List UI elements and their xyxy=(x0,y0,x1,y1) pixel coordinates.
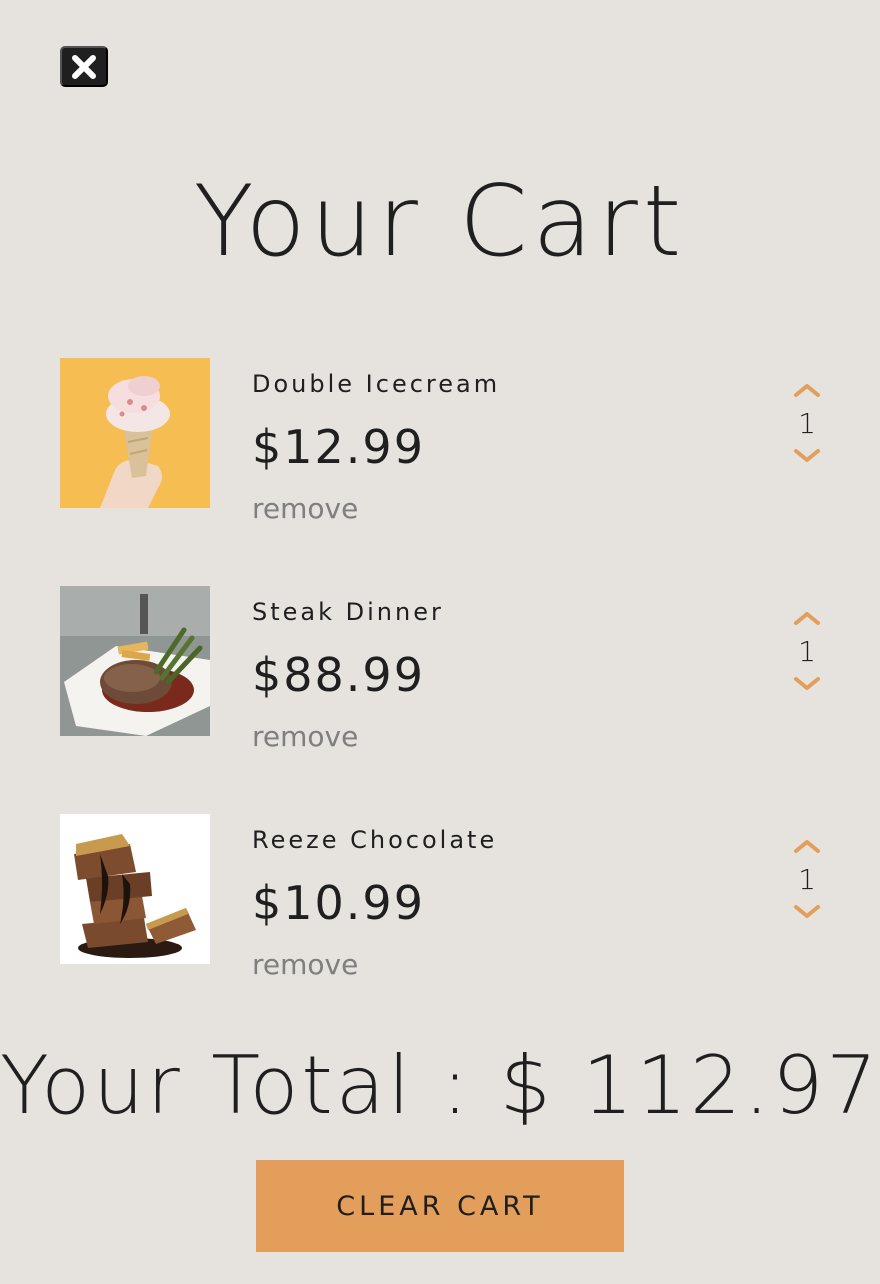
steak-image xyxy=(60,586,210,736)
decrease-button[interactable] xyxy=(785,442,829,470)
chevron-down-icon xyxy=(794,449,820,462)
cart-total: Your Total : $ 112.97 xyxy=(0,1039,880,1132)
close-button[interactable] xyxy=(60,46,108,87)
cart-item: Reeze Chocolate $10.99 remove 1 xyxy=(60,814,840,1042)
increase-button[interactable] xyxy=(785,832,829,860)
remove-button[interactable]: remove xyxy=(252,720,358,753)
chevron-up-icon xyxy=(794,612,820,625)
decrease-button[interactable] xyxy=(785,898,829,926)
increase-button[interactable] xyxy=(785,376,829,404)
item-price: $10.99 xyxy=(252,876,425,930)
chevron-down-icon xyxy=(794,677,820,690)
remove-button[interactable]: remove xyxy=(252,492,358,525)
quantity-value: 1 xyxy=(798,635,816,668)
item-name: Reeze Chocolate xyxy=(252,826,498,854)
cart-list: Double Icecream $12.99 remove 1 Steak Di… xyxy=(60,358,840,1042)
quantity-value: 1 xyxy=(798,407,816,440)
chevron-up-icon xyxy=(794,384,820,397)
close-icon xyxy=(72,54,96,79)
chevron-up-icon xyxy=(794,840,820,853)
icecream-image xyxy=(60,358,210,508)
cart-item: Steak Dinner $88.99 remove 1 xyxy=(60,586,840,814)
quantity-stepper: 1 xyxy=(785,604,829,698)
chocolate-image xyxy=(60,814,210,964)
quantity-stepper: 1 xyxy=(785,832,829,926)
chevron-down-icon xyxy=(794,905,820,918)
page-title: Your Cart xyxy=(193,165,687,279)
item-name: Double Icecream xyxy=(252,370,501,398)
quantity-value: 1 xyxy=(798,863,816,896)
quantity-stepper: 1 xyxy=(785,376,829,470)
item-name: Steak Dinner xyxy=(252,598,444,626)
clear-cart-button[interactable]: CLEAR CART xyxy=(256,1160,624,1252)
cart-item: Double Icecream $12.99 remove 1 xyxy=(60,358,840,586)
increase-button[interactable] xyxy=(785,604,829,632)
item-price: $12.99 xyxy=(252,420,425,474)
remove-button[interactable]: remove xyxy=(252,948,358,981)
item-price: $88.99 xyxy=(252,648,425,702)
decrease-button[interactable] xyxy=(785,670,829,698)
